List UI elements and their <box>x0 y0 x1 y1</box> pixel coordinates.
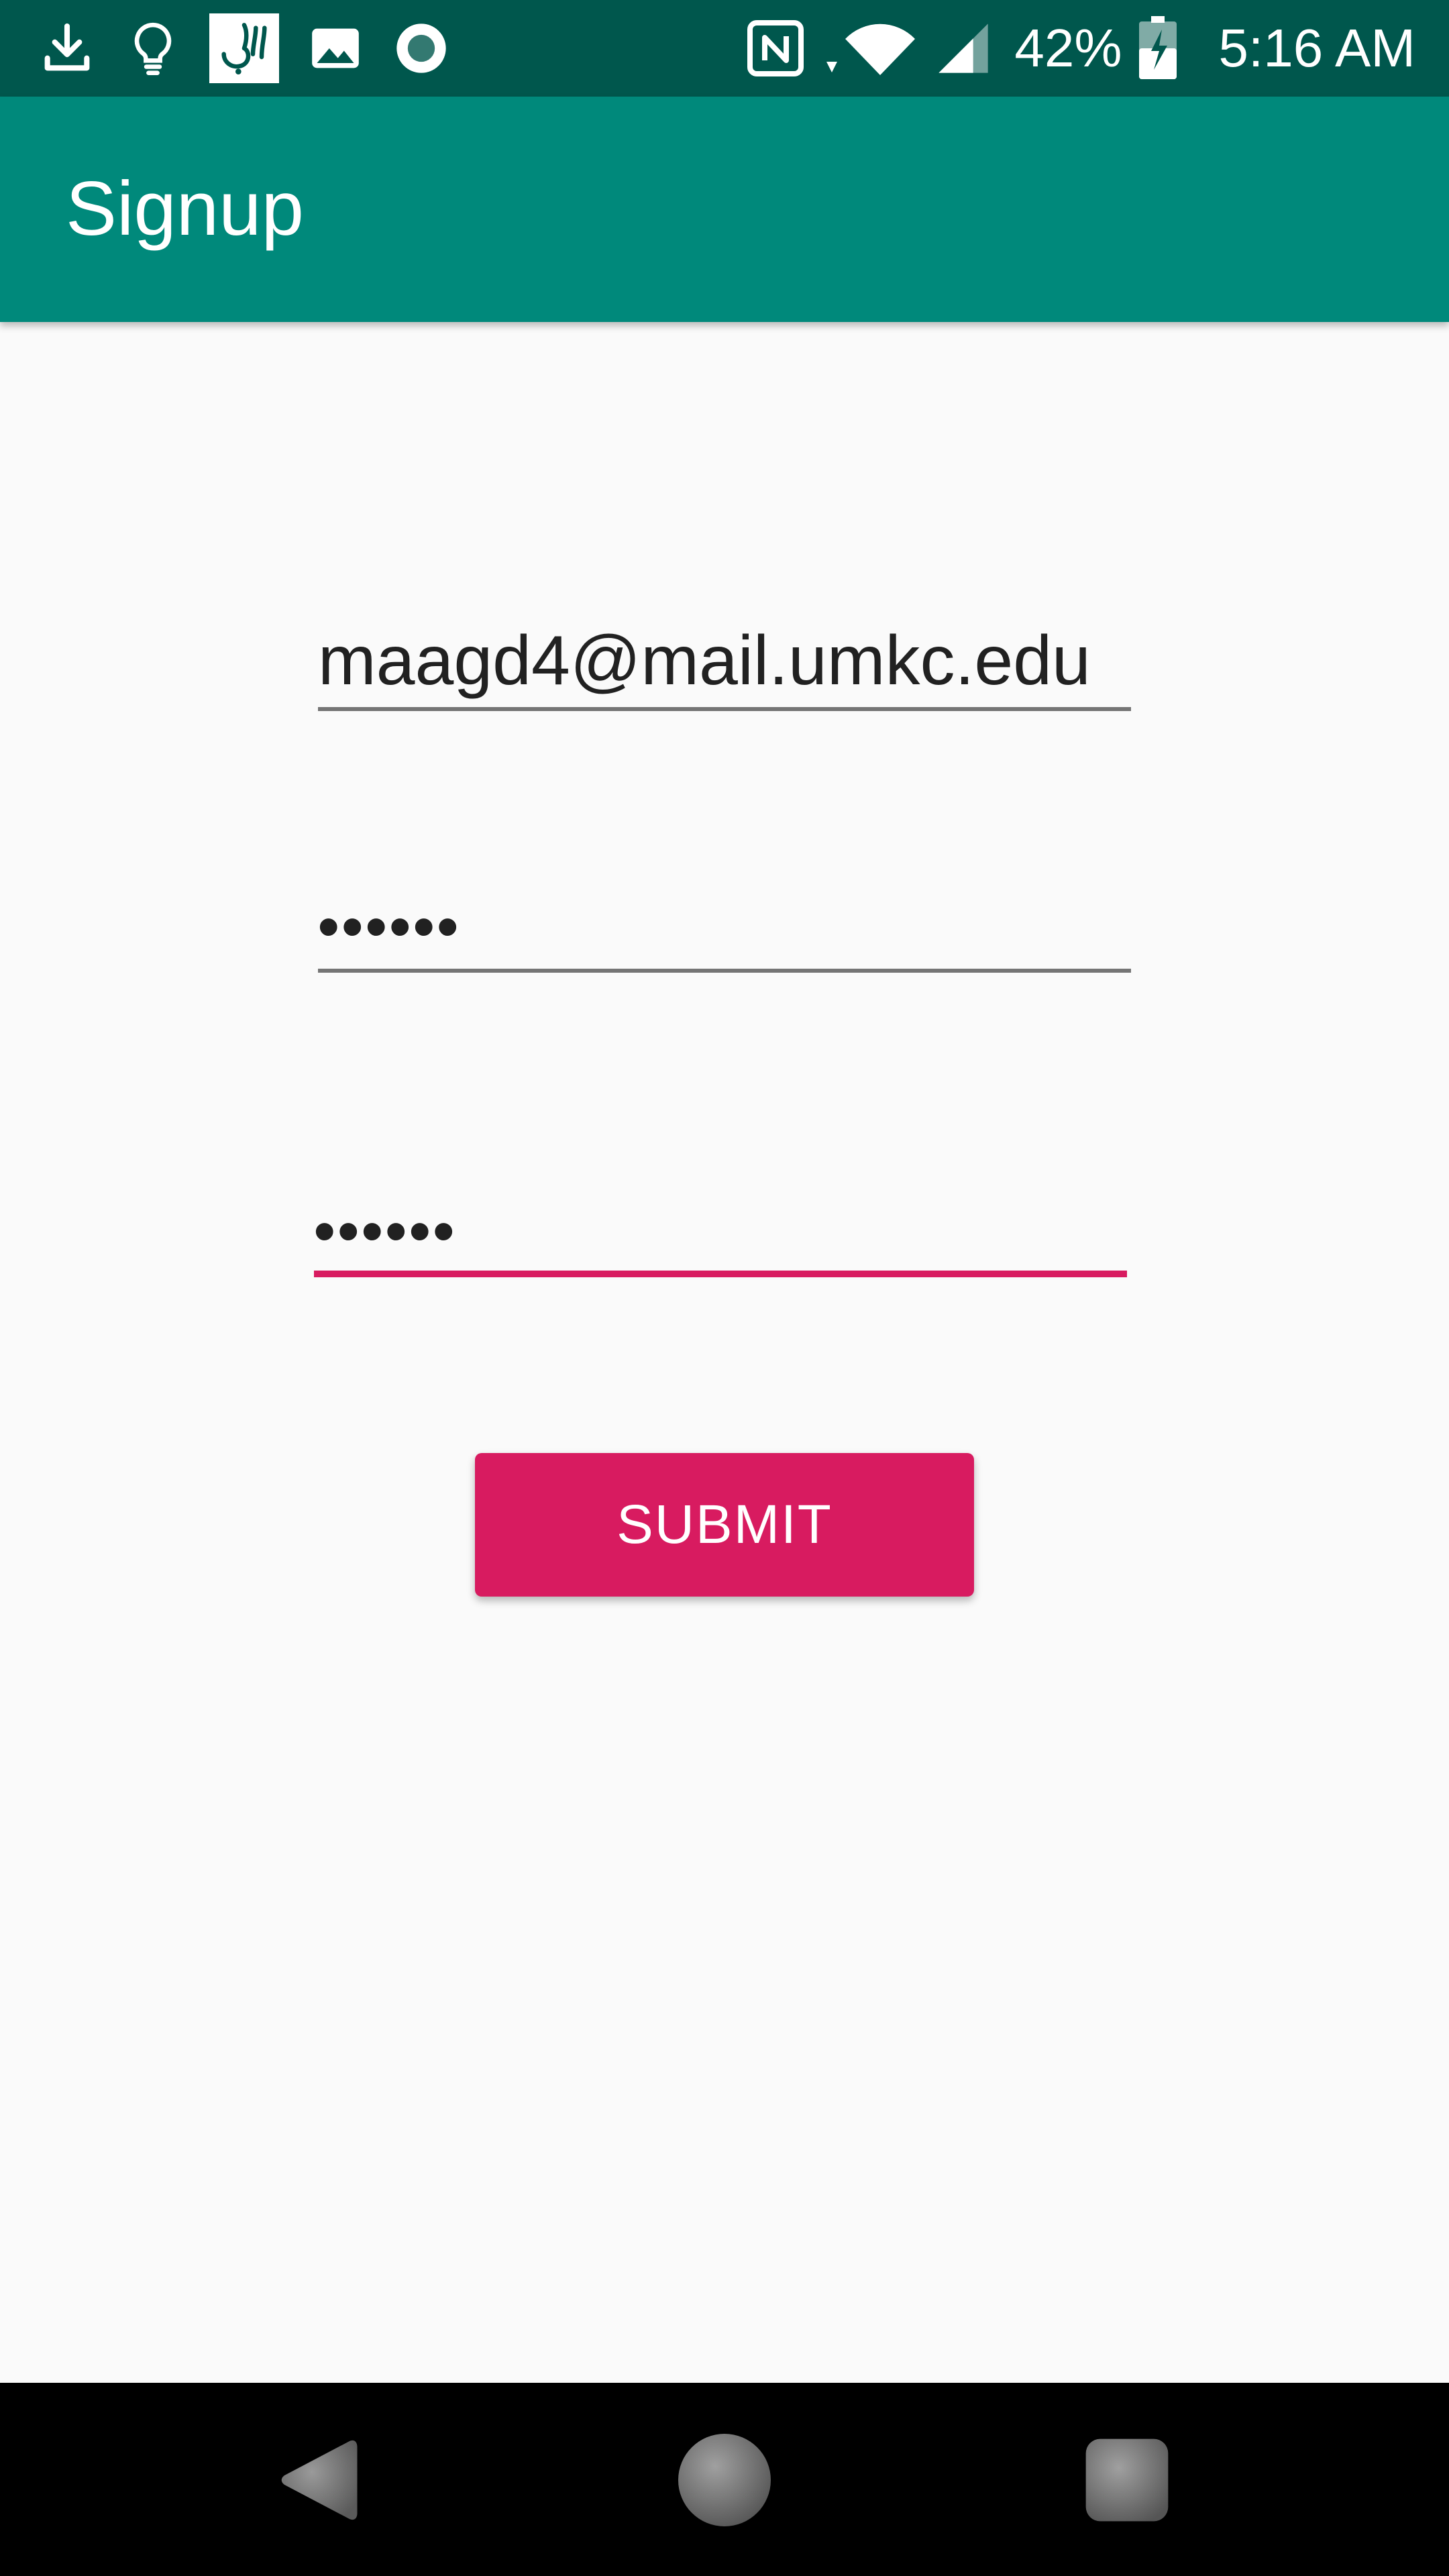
app-logo-icon <box>209 13 279 83</box>
notification-icons <box>38 13 451 83</box>
home-button[interactable] <box>674 2431 775 2532</box>
confirm-password-input[interactable] <box>314 1199 1127 1265</box>
wifi-icon <box>824 16 918 80</box>
status-bar: 42% 5:16 AM <box>0 0 1449 97</box>
image-icon <box>306 19 365 78</box>
battery-percent: 42% <box>1014 18 1122 78</box>
cell-signal-icon <box>934 19 993 78</box>
nfc-icon <box>743 16 808 80</box>
submit-button[interactable]: SUBMIT <box>475 1453 974 1597</box>
email-underline <box>318 707 1131 711</box>
download-icon <box>38 19 97 78</box>
app-bar: Signup <box>0 97 1449 322</box>
password-field[interactable] <box>318 865 1131 973</box>
signup-screen: 42% 5:16 AM Signup SUBMIT <box>0 0 1449 2576</box>
system-icons: 42% 5:16 AM <box>743 15 1415 82</box>
lightbulb-icon <box>123 19 182 78</box>
recents-button[interactable] <box>1077 2431 1177 2532</box>
navigation-bar <box>0 2383 1449 2576</box>
password-underline <box>318 969 1131 973</box>
page-title: Signup <box>66 166 304 252</box>
email-input[interactable] <box>318 622 1131 699</box>
battery-charging-icon <box>1138 16 1178 80</box>
email-field[interactable] <box>318 604 1131 711</box>
home-icon <box>676 2432 773 2532</box>
clock-time: 5:16 AM <box>1218 18 1415 78</box>
record-icon <box>392 19 451 78</box>
recents-icon <box>1084 2437 1170 2526</box>
confirm-password-underline <box>314 1271 1127 1277</box>
password-input[interactable] <box>318 894 1131 961</box>
confirm-password-field[interactable] <box>314 1170 1127 1277</box>
back-button[interactable] <box>268 2431 369 2532</box>
back-icon <box>275 2430 362 2534</box>
